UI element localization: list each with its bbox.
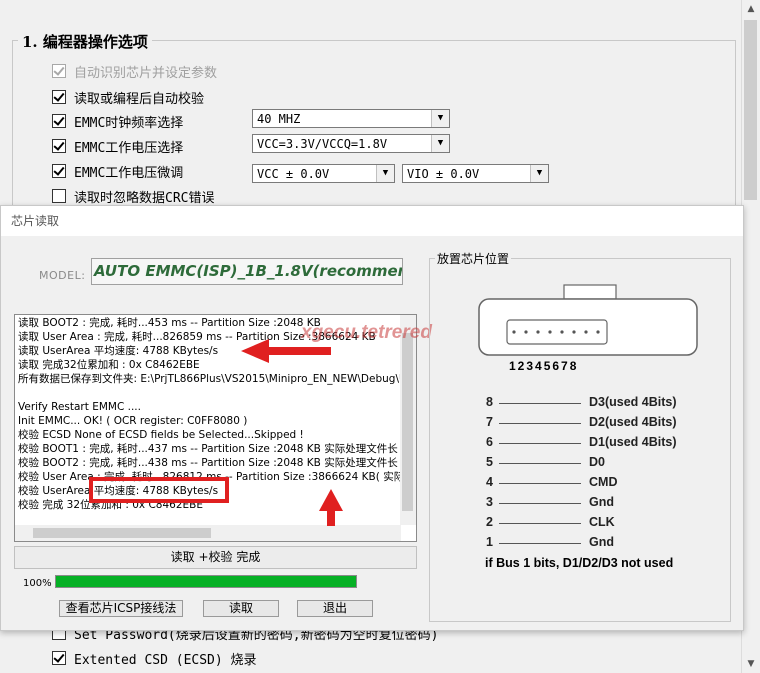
option-extended-csd[interactable]: Extented CSD (ECSD) 烧录 (52, 649, 257, 668)
voltage-select[interactable]: VCC=3.3V/VCCQ=1.8V ▼ (252, 134, 450, 153)
clock-select[interactable]: 40 MHZ ▼ (252, 109, 450, 128)
chevron-down-icon[interactable]: ▼ (530, 165, 548, 182)
scroll-up-icon[interactable]: ▲ (742, 0, 760, 18)
option-ignore-crc[interactable]: 读取时忽略数据CRC错误 (52, 187, 214, 206)
read-button[interactable]: 读取 (203, 600, 279, 617)
option-voltage-trim[interactable]: EMMC工作电压微调 (52, 162, 183, 181)
chip-pin-numbers: 12345678 (509, 359, 579, 373)
option-auto-detect[interactable]: 自动识别芯片并设定参数 (52, 62, 217, 81)
vio-trim-select[interactable]: VIO ± 0.0V ▼ (402, 164, 549, 183)
option-clock-select[interactable]: EMMC时钟频率选择 (52, 112, 183, 131)
progress-bar (55, 575, 357, 588)
checkbox-auto-detect[interactable] (52, 64, 66, 78)
status-bar: 读取 +校验 完成 (14, 546, 417, 569)
checkbox-clock[interactable] (52, 114, 66, 128)
chevron-down-icon[interactable]: ▼ (376, 165, 394, 182)
checkbox-ignore-crc[interactable] (52, 189, 66, 203)
scroll-thumb[interactable] (744, 20, 757, 200)
option-auto-verify[interactable]: 读取或编程后自动校验 (52, 88, 204, 107)
chip-contact-area (506, 319, 608, 345)
chip-notch (563, 284, 617, 300)
progress-fill (56, 576, 356, 587)
chip-position-title: 放置芯片位置 (435, 250, 512, 267)
checkbox-extended-csd[interactable] (52, 651, 66, 665)
scroll-down-icon[interactable]: ▼ (742, 655, 760, 673)
chevron-down-icon[interactable]: ▼ (431, 110, 449, 127)
chevron-down-icon[interactable]: ▼ (431, 135, 449, 152)
icsp-wiring-button[interactable]: 查看芯片ICSP接线法 (59, 600, 183, 617)
bus-width-note: if Bus 1 bits, D1/D2/D3 not used (485, 556, 674, 570)
arrow-left-icon (241, 339, 331, 363)
checkbox-voltage[interactable] (52, 139, 66, 153)
progress-label: 100% (23, 578, 52, 589)
chip-read-dialog: 芯片读取 MODEL: AUTO EMMC(ISP)_1B_1.8V(recom… (0, 205, 744, 631)
options-group-title: 1. 编程器操作选项 (18, 31, 152, 52)
checkbox-voltage-trim[interactable] (52, 164, 66, 178)
checkbox-auto-verify[interactable] (52, 90, 66, 104)
highlight-box (89, 477, 229, 503)
option-voltage-select[interactable]: EMMC工作电压选择 (52, 137, 183, 156)
exit-button[interactable]: 退出 (297, 600, 373, 617)
chip-socket-diagram (478, 284, 698, 356)
arrow-up-icon (319, 489, 343, 526)
vcc-trim-select[interactable]: VCC ± 0.0V ▼ (252, 164, 395, 183)
